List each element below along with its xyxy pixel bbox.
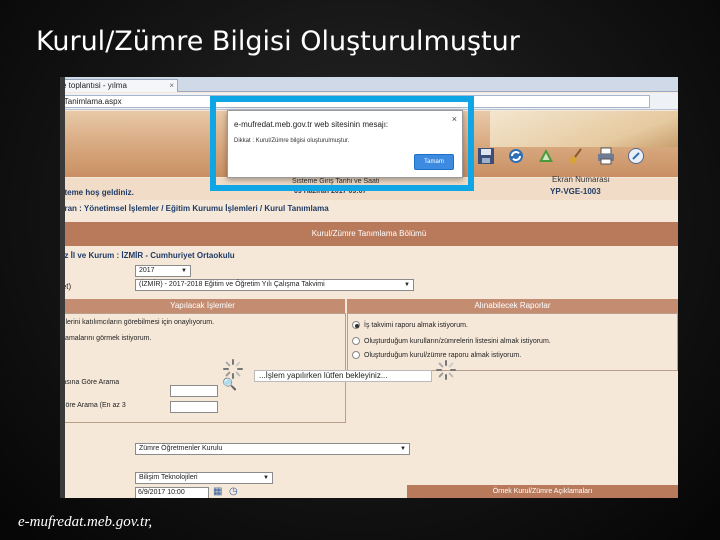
branch-select-value: Bilişim Teknolojileri bbox=[139, 474, 198, 481]
year-select-value: 2017 bbox=[139, 267, 155, 274]
radio[interactable] bbox=[352, 337, 360, 345]
report-option-label: Oluşturduğum kurulların/zümrelerin liste… bbox=[364, 337, 551, 345]
radio[interactable] bbox=[352, 351, 360, 359]
year-select[interactable]: 2017 ▼ bbox=[135, 265, 191, 277]
browser-tabbar: e toplantısi - yılma × bbox=[60, 77, 678, 92]
school-label: az İl ve Kurum : İZMİR - Cumhuriyet Orta… bbox=[60, 251, 235, 260]
toolbar bbox=[475, 145, 647, 167]
highlight-frame bbox=[210, 96, 474, 191]
browser-tab[interactable]: e toplantısi - yılma × bbox=[60, 79, 178, 92]
footer-source: e-mufredat.meb.gov.tr, bbox=[18, 514, 153, 530]
refresh-icon[interactable] bbox=[505, 145, 527, 167]
broom-icon[interactable] bbox=[565, 145, 587, 167]
clock-icon[interactable]: ◷ bbox=[229, 486, 238, 497]
loading-message: ...İşlem yapılırken lütfen bekleyiniz... bbox=[254, 370, 432, 382]
search-label: Göre Arama (En az 3 bbox=[60, 402, 126, 409]
radio-selected[interactable] bbox=[352, 321, 360, 329]
calendar-icon[interactable]: ▦ bbox=[213, 486, 222, 497]
tab-close-icon[interactable]: × bbox=[169, 80, 174, 92]
example-descriptions-bar[interactable]: Örnek Kurul/Zümre Açıklamaları bbox=[407, 485, 678, 498]
spinner-icon bbox=[223, 359, 243, 379]
report-option[interactable]: Oluşturduğum kurulların/zümrelerin liste… bbox=[352, 337, 551, 345]
recycle-icon[interactable] bbox=[535, 145, 557, 167]
chevron-down-icon: ▼ bbox=[263, 475, 269, 481]
help-icon[interactable] bbox=[625, 145, 647, 167]
board-type-select[interactable]: Zümre Öğretmenler Kurulu ▼ bbox=[135, 443, 410, 455]
board-type-value: Zümre Öğretmenler Kurulu bbox=[139, 445, 223, 452]
report-option-label: Oluşturduğum kurul/zümre raporu almak is… bbox=[364, 351, 522, 359]
left-panel-item[interactable]: klamalarını görmek istiyorum. bbox=[60, 335, 151, 342]
screen-number-value: YP-VGE-1003 bbox=[550, 187, 601, 196]
screen-number-label: Ekran Numarası bbox=[552, 175, 610, 184]
header-decoration bbox=[490, 111, 678, 147]
chevron-down-icon: ▼ bbox=[181, 268, 187, 274]
chevron-down-icon: ▼ bbox=[404, 282, 410, 288]
section-title: Kurul/Zümre Tanımlama Bölümü bbox=[60, 222, 678, 246]
chevron-down-icon: ▼ bbox=[400, 446, 406, 452]
report-option[interactable]: Oluşturduğum kurul/zümre raporu almak is… bbox=[352, 351, 521, 359]
right-panel-title: Alınabilecek Raporlar bbox=[347, 299, 678, 313]
report-option[interactable]: İş takvimi raporu almak istiyorum. bbox=[352, 321, 468, 329]
search-label: rasına Göre Arama bbox=[60, 379, 120, 386]
welcome-text: steme hoş geldiniz. bbox=[60, 188, 134, 197]
left-panel-title: Yapılacak İşlemler bbox=[60, 299, 345, 313]
calendar-select-value: (İZMİR) - 2017-2018 Eğitim ve Öğretim Yı… bbox=[139, 281, 325, 288]
spinner-icon bbox=[436, 360, 456, 380]
search-input[interactable] bbox=[170, 385, 218, 397]
breadcrumb: kran : Yönetimsel İşlemler / Eğitim Kuru… bbox=[60, 204, 329, 213]
print-icon[interactable] bbox=[595, 145, 617, 167]
report-option-label: İş takvimi raporu almak istiyorum. bbox=[364, 321, 468, 329]
browser-tab-label: e toplantısi - yılma bbox=[62, 81, 127, 90]
slide-title: Kurul/Zümre Bilgisi Oluşturulmuştur bbox=[36, 26, 520, 57]
calendar-select[interactable]: (İZMİR) - 2017-2018 Eğitim ve Öğretim Yı… bbox=[135, 279, 414, 291]
screenshot-edge bbox=[60, 77, 65, 498]
save-icon[interactable] bbox=[475, 145, 497, 167]
search-input[interactable] bbox=[170, 401, 218, 413]
datetime-input[interactable]: 6/9/2017 10:00 bbox=[135, 487, 209, 498]
branch-select[interactable]: Bilişim Teknolojileri ▼ bbox=[135, 472, 273, 484]
left-panel-item[interactable]: ğilerini katılımcıların görebilmesi için… bbox=[60, 319, 214, 326]
